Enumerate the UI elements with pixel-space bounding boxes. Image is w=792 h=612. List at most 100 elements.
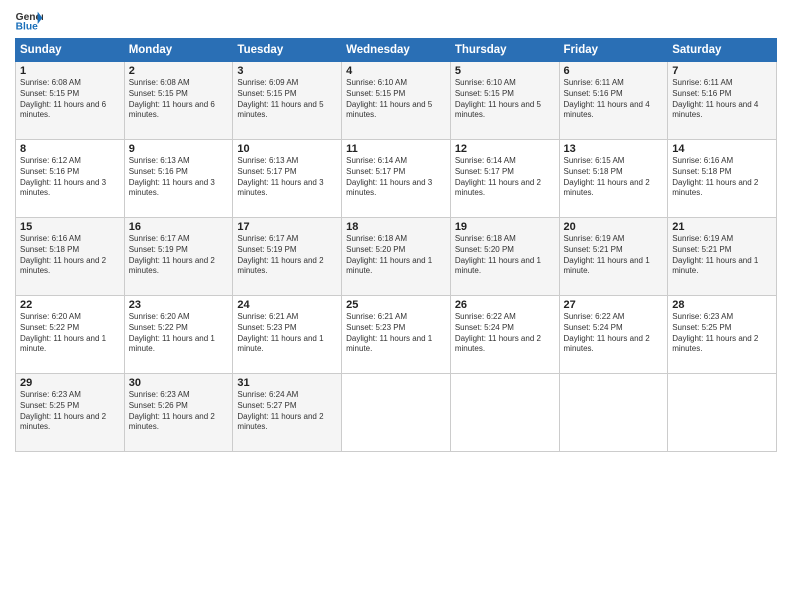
day-cell: 16Sunrise: 6:17 AMSunset: 5:19 PMDayligh… [124,218,233,296]
day-cell: 17Sunrise: 6:17 AMSunset: 5:19 PMDayligh… [233,218,342,296]
header-cell-saturday: Saturday [668,39,777,62]
day-info: Sunrise: 6:17 AMSunset: 5:19 PMDaylight:… [129,234,229,277]
day-cell: 22Sunrise: 6:20 AMSunset: 5:22 PMDayligh… [16,296,125,374]
day-info: Sunrise: 6:18 AMSunset: 5:20 PMDaylight:… [346,234,446,277]
day-cell: 3Sunrise: 6:09 AMSunset: 5:15 PMDaylight… [233,62,342,140]
day-info: Sunrise: 6:13 AMSunset: 5:16 PMDaylight:… [129,156,229,199]
day-number: 22 [20,299,120,311]
week-row-2: 15Sunrise: 6:16 AMSunset: 5:18 PMDayligh… [16,218,777,296]
day-cell: 21Sunrise: 6:19 AMSunset: 5:21 PMDayligh… [668,218,777,296]
header-row: SundayMondayTuesdayWednesdayThursdayFrid… [16,39,777,62]
day-number: 28 [672,299,772,311]
day-number: 8 [20,143,120,155]
calendar-table: SundayMondayTuesdayWednesdayThursdayFrid… [15,38,777,452]
day-number: 5 [455,65,555,77]
day-number: 10 [237,143,337,155]
day-info: Sunrise: 6:21 AMSunset: 5:23 PMDaylight:… [346,312,446,355]
week-row-0: 1Sunrise: 6:08 AMSunset: 5:15 PMDaylight… [16,62,777,140]
day-cell [668,374,777,452]
day-info: Sunrise: 6:19 AMSunset: 5:21 PMDaylight:… [672,234,772,277]
svg-text:Blue: Blue [16,22,38,32]
header: General Blue [15,10,777,32]
day-cell: 19Sunrise: 6:18 AMSunset: 5:20 PMDayligh… [450,218,559,296]
week-row-1: 8Sunrise: 6:12 AMSunset: 5:16 PMDaylight… [16,140,777,218]
day-cell: 2Sunrise: 6:08 AMSunset: 5:15 PMDaylight… [124,62,233,140]
day-info: Sunrise: 6:17 AMSunset: 5:19 PMDaylight:… [237,234,337,277]
day-cell: 28Sunrise: 6:23 AMSunset: 5:25 PMDayligh… [668,296,777,374]
day-number: 20 [564,221,664,233]
day-cell: 4Sunrise: 6:10 AMSunset: 5:15 PMDaylight… [342,62,451,140]
day-info: Sunrise: 6:11 AMSunset: 5:16 PMDaylight:… [672,78,772,121]
day-info: Sunrise: 6:15 AMSunset: 5:18 PMDaylight:… [564,156,664,199]
day-cell: 9Sunrise: 6:13 AMSunset: 5:16 PMDaylight… [124,140,233,218]
day-info: Sunrise: 6:20 AMSunset: 5:22 PMDaylight:… [20,312,120,355]
day-info: Sunrise: 6:08 AMSunset: 5:15 PMDaylight:… [129,78,229,121]
day-cell: 15Sunrise: 6:16 AMSunset: 5:18 PMDayligh… [16,218,125,296]
day-info: Sunrise: 6:10 AMSunset: 5:15 PMDaylight:… [455,78,555,121]
day-cell: 25Sunrise: 6:21 AMSunset: 5:23 PMDayligh… [342,296,451,374]
day-number: 6 [564,65,664,77]
day-number: 23 [129,299,229,311]
day-number: 3 [237,65,337,77]
day-cell: 1Sunrise: 6:08 AMSunset: 5:15 PMDaylight… [16,62,125,140]
day-number: 24 [237,299,337,311]
header-cell-friday: Friday [559,39,668,62]
header-cell-monday: Monday [124,39,233,62]
day-cell [450,374,559,452]
day-info: Sunrise: 6:10 AMSunset: 5:15 PMDaylight:… [346,78,446,121]
calendar-body: 1Sunrise: 6:08 AMSunset: 5:15 PMDaylight… [16,62,777,452]
day-cell: 11Sunrise: 6:14 AMSunset: 5:17 PMDayligh… [342,140,451,218]
day-cell: 6Sunrise: 6:11 AMSunset: 5:16 PMDaylight… [559,62,668,140]
week-row-4: 29Sunrise: 6:23 AMSunset: 5:25 PMDayligh… [16,374,777,452]
day-cell [559,374,668,452]
header-cell-wednesday: Wednesday [342,39,451,62]
day-info: Sunrise: 6:14 AMSunset: 5:17 PMDaylight:… [455,156,555,199]
day-info: Sunrise: 6:24 AMSunset: 5:27 PMDaylight:… [237,390,337,433]
day-cell: 20Sunrise: 6:19 AMSunset: 5:21 PMDayligh… [559,218,668,296]
header-cell-sunday: Sunday [16,39,125,62]
day-number: 25 [346,299,446,311]
day-info: Sunrise: 6:20 AMSunset: 5:22 PMDaylight:… [129,312,229,355]
logo: General Blue [15,10,43,32]
day-cell: 5Sunrise: 6:10 AMSunset: 5:15 PMDaylight… [450,62,559,140]
day-number: 31 [237,377,337,389]
day-cell: 14Sunrise: 6:16 AMSunset: 5:18 PMDayligh… [668,140,777,218]
header-cell-tuesday: Tuesday [233,39,342,62]
day-number: 19 [455,221,555,233]
day-info: Sunrise: 6:23 AMSunset: 5:26 PMDaylight:… [129,390,229,433]
day-number: 21 [672,221,772,233]
day-info: Sunrise: 6:08 AMSunset: 5:15 PMDaylight:… [20,78,120,121]
day-number: 16 [129,221,229,233]
day-cell: 31Sunrise: 6:24 AMSunset: 5:27 PMDayligh… [233,374,342,452]
day-info: Sunrise: 6:16 AMSunset: 5:18 PMDaylight:… [672,156,772,199]
day-info: Sunrise: 6:12 AMSunset: 5:16 PMDaylight:… [20,156,120,199]
day-cell: 8Sunrise: 6:12 AMSunset: 5:16 PMDaylight… [16,140,125,218]
day-number: 15 [20,221,120,233]
day-cell: 29Sunrise: 6:23 AMSunset: 5:25 PMDayligh… [16,374,125,452]
day-info: Sunrise: 6:21 AMSunset: 5:23 PMDaylight:… [237,312,337,355]
day-info: Sunrise: 6:23 AMSunset: 5:25 PMDaylight:… [20,390,120,433]
day-number: 29 [20,377,120,389]
page: General Blue SundayMondayTuesdayWednesda… [0,0,792,612]
day-info: Sunrise: 6:11 AMSunset: 5:16 PMDaylight:… [564,78,664,121]
day-info: Sunrise: 6:22 AMSunset: 5:24 PMDaylight:… [455,312,555,355]
week-row-3: 22Sunrise: 6:20 AMSunset: 5:22 PMDayligh… [16,296,777,374]
day-info: Sunrise: 6:16 AMSunset: 5:18 PMDaylight:… [20,234,120,277]
day-number: 26 [455,299,555,311]
day-number: 1 [20,65,120,77]
day-number: 27 [564,299,664,311]
day-info: Sunrise: 6:23 AMSunset: 5:25 PMDaylight:… [672,312,772,355]
day-number: 13 [564,143,664,155]
day-number: 7 [672,65,772,77]
calendar-header: SundayMondayTuesdayWednesdayThursdayFrid… [16,39,777,62]
day-info: Sunrise: 6:18 AMSunset: 5:20 PMDaylight:… [455,234,555,277]
header-cell-thursday: Thursday [450,39,559,62]
day-cell: 27Sunrise: 6:22 AMSunset: 5:24 PMDayligh… [559,296,668,374]
day-cell: 7Sunrise: 6:11 AMSunset: 5:16 PMDaylight… [668,62,777,140]
day-info: Sunrise: 6:19 AMSunset: 5:21 PMDaylight:… [564,234,664,277]
day-info: Sunrise: 6:22 AMSunset: 5:24 PMDaylight:… [564,312,664,355]
logo-icon: General Blue [15,10,43,32]
day-cell: 10Sunrise: 6:13 AMSunset: 5:17 PMDayligh… [233,140,342,218]
day-info: Sunrise: 6:14 AMSunset: 5:17 PMDaylight:… [346,156,446,199]
day-number: 2 [129,65,229,77]
